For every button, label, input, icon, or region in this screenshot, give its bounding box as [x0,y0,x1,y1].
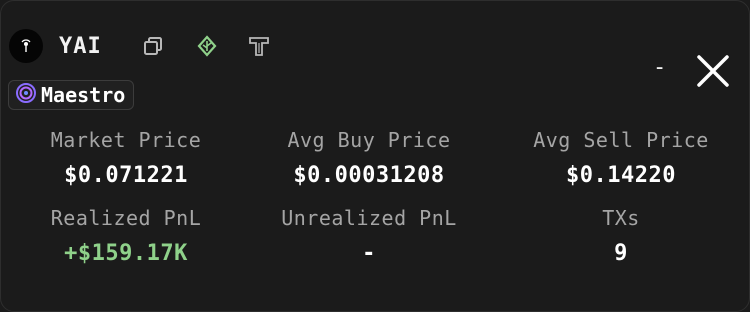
stat-market-price: Market Price $0.071221 [1,125,251,197]
stat-label: Unrealized PnL [281,206,457,230]
stat-label: Realized PnL [50,206,202,230]
token-header: YAI [9,29,102,63]
stat-label: Avg Buy Price [287,128,451,152]
maestro-badge[interactable]: Maestro [8,80,135,110]
close-icon[interactable] [695,53,731,89]
stat-value: +$159.17K [64,241,188,266]
stat-label: Market Price [50,128,202,152]
stat-label: Avg Sell Price [533,128,709,152]
stat-txs: TXs 9 [496,203,746,275]
maestro-label: Maestro [41,83,126,107]
copy-icon[interactable] [141,34,165,58]
token-name: YAI [59,33,102,59]
stat-avg-sell-price: Avg Sell Price $0.14220 [496,125,746,197]
stat-avg-buy-price: Avg Buy Price $0.00031208 [244,125,494,197]
stat-value: $0.00031208 [293,163,445,188]
token-stats-panel: YAI - Maestro Market Price $0.071221 Avg… [0,0,750,312]
token-logo-icon [9,29,43,63]
stat-value: 9 [614,241,628,266]
stat-realized-pnl: Realized PnL +$159.17K [1,203,251,275]
minimize-button[interactable]: - [653,57,666,79]
stat-value: $0.071221 [64,163,188,188]
stat-label: TXs [602,206,640,230]
leaf-icon[interactable] [195,34,219,58]
stat-unrealized-pnl: Unrealized PnL - [244,203,494,275]
stat-value: - [362,241,376,266]
stat-value: $0.14220 [566,163,676,188]
maestro-icon [15,82,37,108]
t-icon[interactable] [247,34,271,58]
